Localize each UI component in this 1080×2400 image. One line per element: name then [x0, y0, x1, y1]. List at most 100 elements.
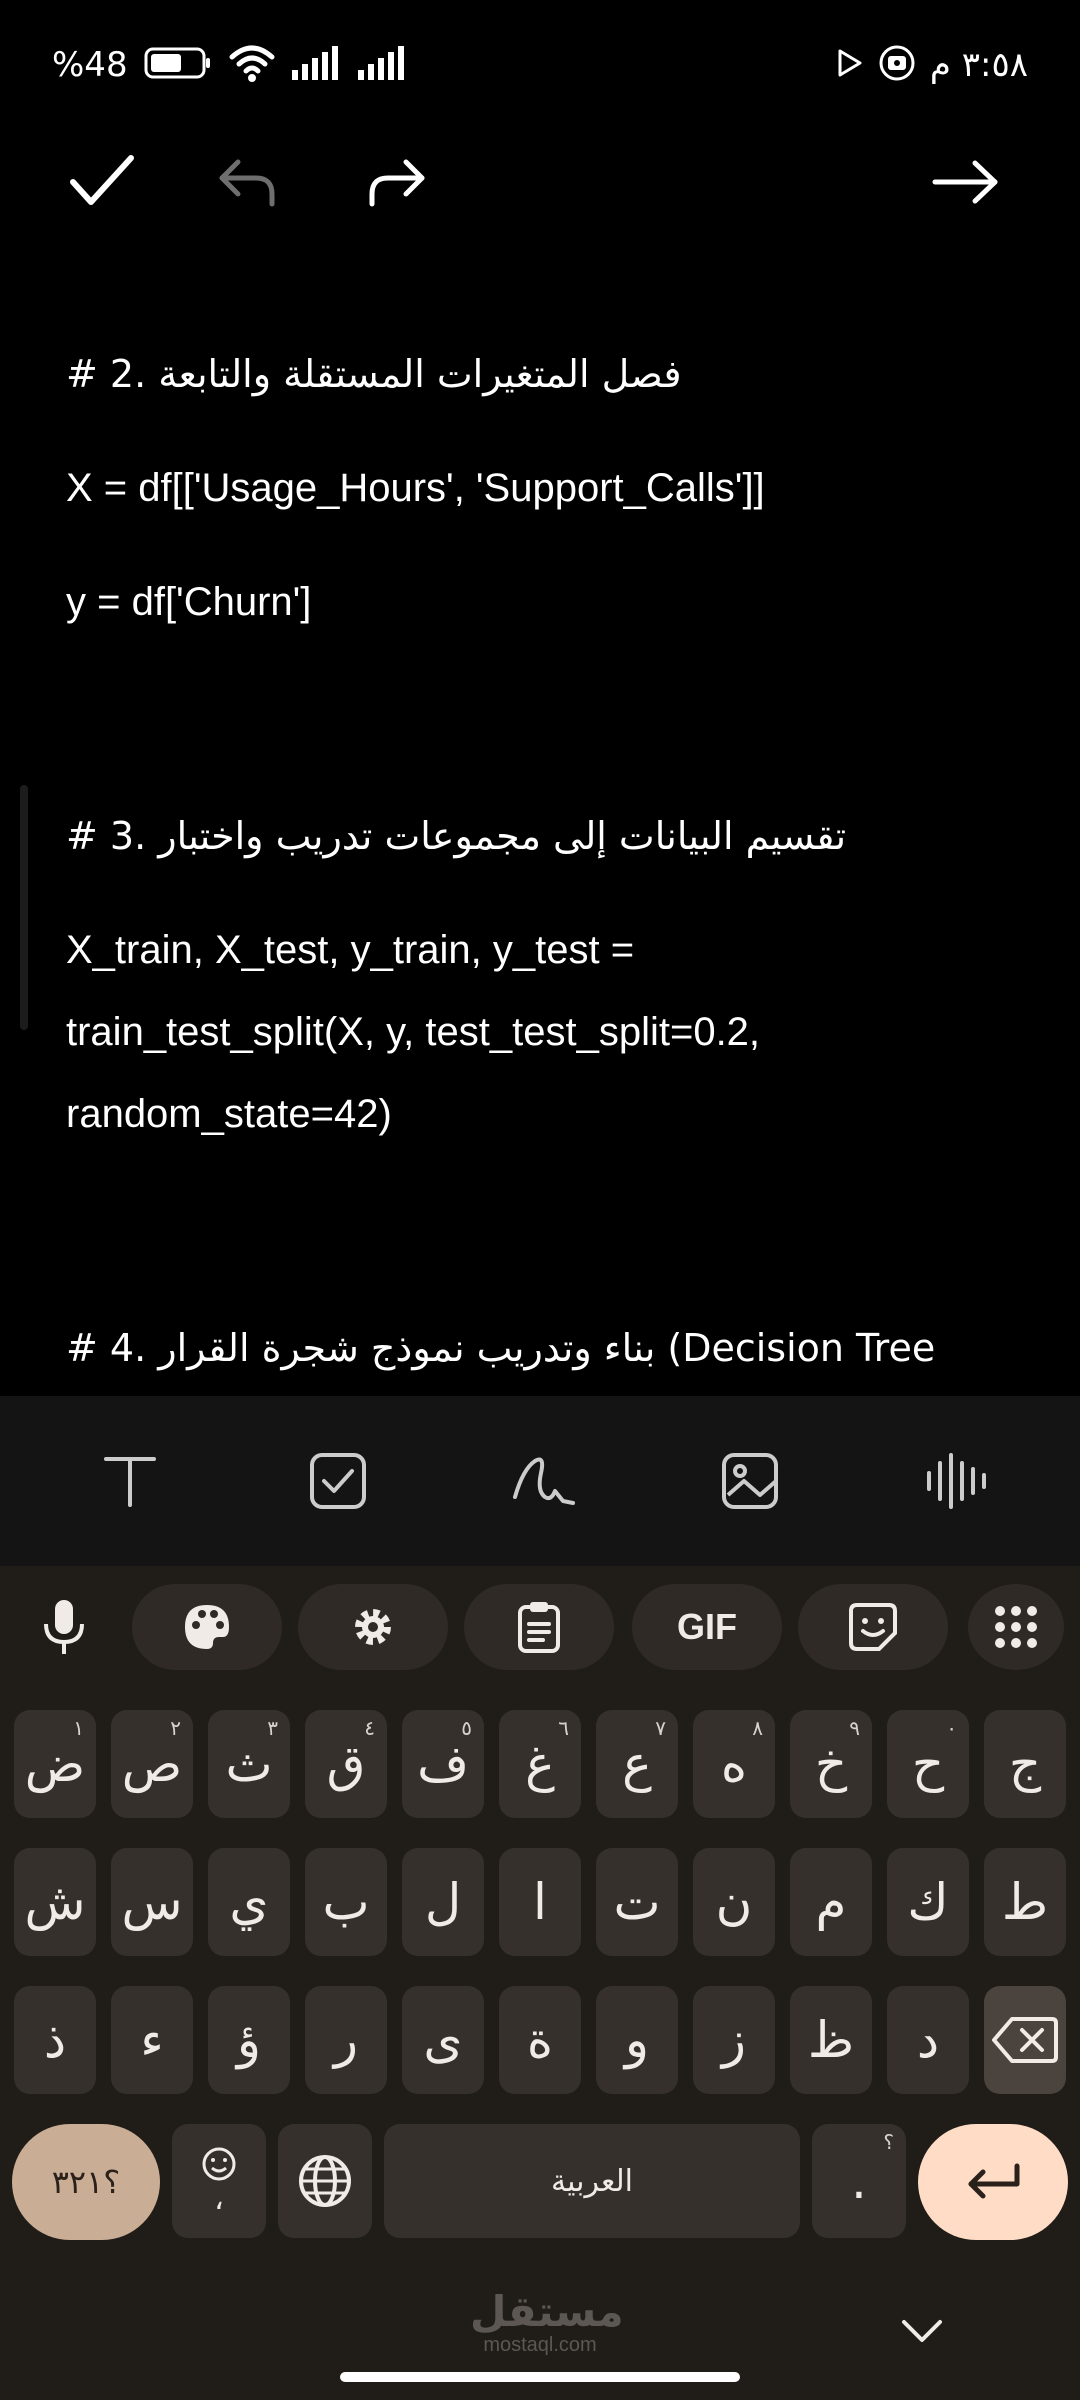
clipboard-icon	[518, 1602, 560, 1653]
key-label: .	[851, 2152, 867, 2210]
keyboard: GIF ١ض ٢ص ٣ث ٤ق ٥ف ٦غ ٧ع ٨ه ٩خ ٠ح ج ش س …	[0, 1566, 1080, 2400]
editor-toolbar	[0, 130, 1080, 230]
key-label: ف	[417, 1735, 469, 1793]
watermark-latin: mostaql.com	[483, 2334, 597, 2356]
key[interactable]: ٠ح	[887, 1710, 969, 1818]
globe-icon	[299, 2155, 351, 2207]
gesture-nav-bar[interactable]	[340, 2372, 740, 2382]
key[interactable]: ي	[208, 1848, 290, 1956]
key[interactable]: ذ	[14, 1986, 96, 2094]
status-bar: %48 ٣:٥٨ م	[0, 0, 1080, 130]
backspace-icon	[992, 2017, 1058, 2063]
done-button[interactable]	[60, 140, 144, 224]
key[interactable]: ٥ف	[402, 1710, 484, 1818]
text-icon	[104, 1457, 156, 1507]
key-hint: ٧	[655, 1716, 666, 1740]
key[interactable]: د	[887, 1986, 969, 2094]
format-bar	[0, 1396, 1080, 1566]
key[interactable]: ط	[984, 1848, 1066, 1956]
key-label: ع	[622, 1735, 652, 1793]
key-label: خ	[814, 1735, 848, 1793]
voice-input-button[interactable]	[16, 1584, 112, 1670]
key[interactable]: ؤ	[208, 1986, 290, 2094]
key[interactable]: ر	[305, 1986, 387, 2094]
gear-icon	[355, 1609, 391, 1645]
insert-image-button[interactable]	[710, 1441, 790, 1521]
key-label: ث	[225, 1735, 273, 1793]
editor-line: # 2. فصل المتغيرات المستقلة والتابعة	[66, 352, 682, 396]
clock: ٣:٥٨ م	[929, 45, 1028, 85]
theme-button[interactable]	[132, 1584, 282, 1670]
handwriting-icon	[513, 1457, 575, 1505]
key-label: ض	[24, 1735, 86, 1793]
waveform-icon	[927, 1453, 986, 1509]
keyboard-settings-button[interactable]	[298, 1584, 448, 1670]
key[interactable]: ٤ق	[305, 1710, 387, 1818]
key-hint: ٥	[461, 1716, 472, 1740]
key-label: غ	[525, 1735, 555, 1793]
symbols-key[interactable]: ؟٣٢١	[12, 2124, 160, 2240]
key[interactable]: ن	[693, 1848, 775, 1956]
audio-button[interactable]	[916, 1441, 996, 1521]
key[interactable]: ة	[499, 1986, 581, 2094]
status-left: %48	[52, 40, 408, 90]
key-hint: ٠	[946, 1716, 957, 1740]
hide-keyboard-button[interactable]	[892, 2306, 952, 2356]
key[interactable]: ١ض	[14, 1710, 96, 1818]
key[interactable]: ٩خ	[790, 1710, 872, 1818]
key[interactable]: ت	[596, 1848, 678, 1956]
draw-button[interactable]	[504, 1441, 584, 1521]
key[interactable]: ظ	[790, 1986, 872, 2094]
enter-key[interactable]	[918, 2124, 1068, 2240]
redo-icon	[369, 159, 425, 207]
editor-line: train_test_split(X, y, test_test_split=0…	[66, 1010, 761, 1054]
sticker-button[interactable]	[798, 1584, 948, 1670]
key[interactable]: ب	[305, 1848, 387, 1956]
key[interactable]: س	[111, 1848, 193, 1956]
key-label: ق	[326, 1735, 366, 1793]
wifi-icon	[228, 43, 276, 87]
key[interactable]: ش	[14, 1848, 96, 1956]
key-hint: ٨	[752, 1716, 763, 1740]
key[interactable]: ٨ه	[693, 1710, 775, 1818]
scroll-indicator[interactable]	[20, 785, 28, 1030]
emoji-icon	[202, 2147, 236, 2180]
space-bar[interactable]: العربية	[384, 2124, 800, 2238]
emoji-key[interactable]: ،	[172, 2124, 266, 2238]
key[interactable]: ز	[693, 1986, 775, 2094]
key[interactable]: ك	[887, 1848, 969, 1956]
comma-label: ،	[214, 2181, 224, 2217]
key[interactable]: ٧ع	[596, 1710, 678, 1818]
text-format-button[interactable]	[90, 1441, 170, 1521]
more-apps-button[interactable]	[968, 1584, 1064, 1670]
key[interactable]: ٦غ	[499, 1710, 581, 1818]
period-key[interactable]: ؟ .	[812, 2124, 906, 2238]
key-hint: ١	[73, 1716, 84, 1740]
forward-arrow-button[interactable]	[924, 140, 1008, 224]
key[interactable]: ٣ث	[208, 1710, 290, 1818]
editor-line: random_state=42)	[66, 1092, 392, 1136]
clipboard-button[interactable]	[464, 1584, 614, 1670]
key[interactable]: ا	[499, 1848, 581, 1956]
key-label: ه	[720, 1735, 748, 1793]
key[interactable]: ء	[111, 1986, 193, 2094]
undo-button[interactable]	[206, 140, 290, 224]
key[interactable]: و	[596, 1986, 678, 2094]
note-editor[interactable]: # 2. فصل المتغيرات المستقلة والتابعة X =…	[0, 300, 1080, 1396]
mic-icon	[44, 1600, 84, 1654]
key[interactable]: ج	[984, 1710, 1066, 1818]
arrow-right-icon	[932, 160, 998, 204]
language-key[interactable]	[278, 2124, 372, 2238]
gif-button[interactable]: GIF	[632, 1584, 782, 1670]
key-hint: ٢	[170, 1716, 181, 1740]
watermark-logo: مستقل mostaql.com	[470, 2290, 624, 2357]
key[interactable]: ٢ص	[111, 1710, 193, 1818]
backspace-key[interactable]	[984, 1986, 1066, 2094]
key[interactable]: ل	[402, 1848, 484, 1956]
redo-button[interactable]	[354, 140, 438, 224]
key[interactable]: م	[790, 1848, 872, 1956]
editor-line: # 4. بناء وتدريب نموذج شجرة القرار (Deci…	[66, 1326, 936, 1370]
key-label: ج	[1008, 1735, 1042, 1793]
key[interactable]: ى	[402, 1986, 484, 2094]
checklist-button[interactable]	[298, 1441, 378, 1521]
